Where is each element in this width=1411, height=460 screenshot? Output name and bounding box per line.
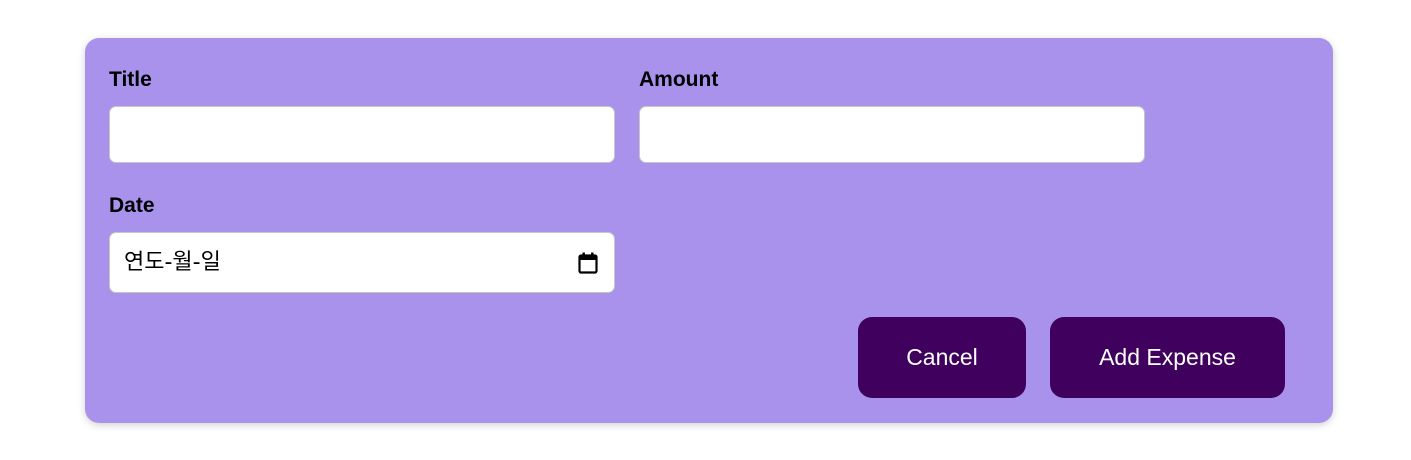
add-expense-button[interactable]: Add Expense [1050,317,1285,398]
calendar-icon[interactable] [578,252,598,274]
title-input[interactable] [109,106,615,163]
date-input[interactable]: 연도-월-일 [109,232,615,293]
amount-input[interactable] [639,106,1145,163]
amount-field: Amount [639,67,1145,163]
new-expense-form: Title Amount Date 연도-월-일 Cancel Add Expe… [85,38,1333,423]
date-placeholder: 연도-월-일 [124,250,221,275]
date-field: Date 연도-월-일 [109,193,615,293]
title-field: Title [109,67,615,163]
title-label: Title [109,68,152,91]
date-label: Date [109,194,155,217]
amount-label: Amount [639,68,719,91]
cancel-button[interactable]: Cancel [858,317,1026,398]
